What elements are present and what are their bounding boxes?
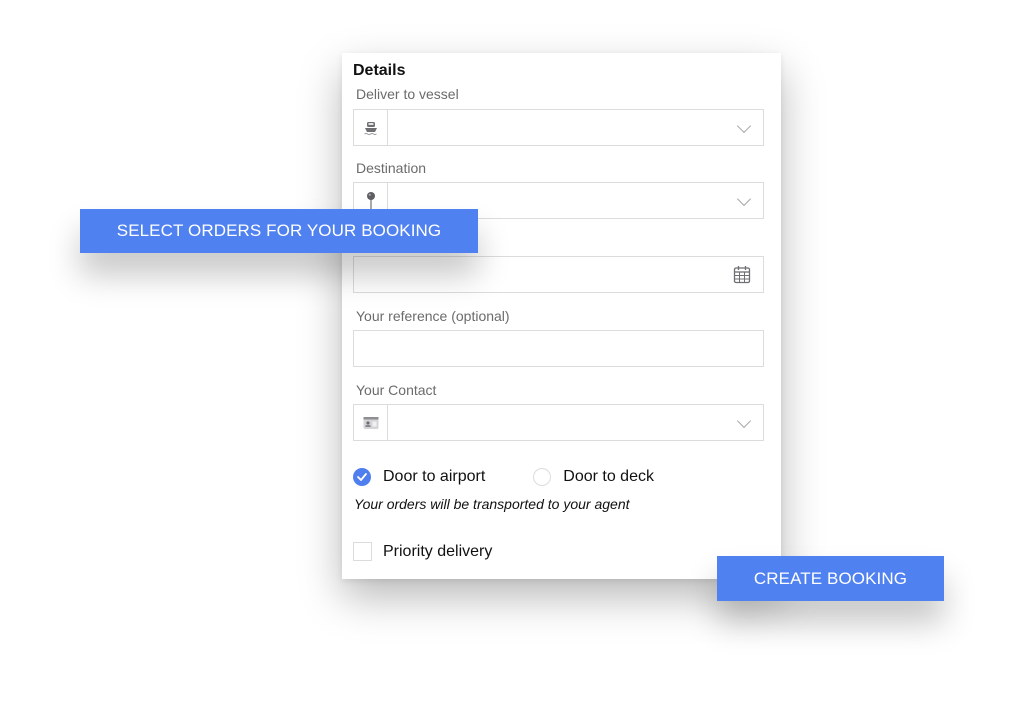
delivery-mode-group: Door to airport Door to deck [353, 468, 654, 486]
contact-label: Your Contact [356, 382, 437, 398]
select-orders-callout[interactable]: SELECT ORDERS FOR YOUR BOOKING [80, 209, 478, 253]
chevron-down-icon [736, 191, 752, 207]
delivery-mode-hint: Your orders will be transported to your … [354, 496, 630, 512]
reference-label: Your reference (optional) [356, 308, 510, 324]
vessel-dropdown[interactable] [353, 109, 764, 146]
radio-door-to-airport[interactable] [353, 468, 371, 486]
priority-delivery-row: Priority delivery [353, 542, 492, 561]
map-pin-icon [366, 191, 375, 211]
checkmark-icon [357, 473, 367, 481]
chevron-down-icon [736, 413, 752, 429]
radio-door-to-deck[interactable] [533, 468, 552, 486]
radio-door-to-deck-label[interactable]: Door to deck [563, 468, 654, 486]
contact-dropdown[interactable] [353, 404, 764, 441]
calendar-icon[interactable] [733, 265, 751, 284]
contact-icon-cell [354, 405, 388, 440]
priority-delivery-label[interactable]: Priority delivery [383, 543, 492, 561]
create-booking-button[interactable]: CREATE BOOKING [717, 556, 944, 601]
vessel-icon-cell [354, 110, 388, 145]
panel-title: Details [353, 62, 406, 79]
priority-delivery-checkbox[interactable] [353, 542, 372, 561]
destination-label: Destination [356, 160, 427, 176]
date-picker-field[interactable] [353, 256, 764, 293]
vessel-label: Deliver to vessel [356, 86, 459, 102]
radio-door-to-airport-label[interactable]: Door to airport [383, 468, 485, 486]
booking-details-panel: Details Deliver to vessel Destination Yo… [342, 53, 781, 579]
reference-input[interactable] [353, 330, 764, 367]
contact-card-icon [363, 416, 378, 429]
chevron-down-icon [736, 118, 752, 134]
ship-icon [363, 121, 377, 135]
